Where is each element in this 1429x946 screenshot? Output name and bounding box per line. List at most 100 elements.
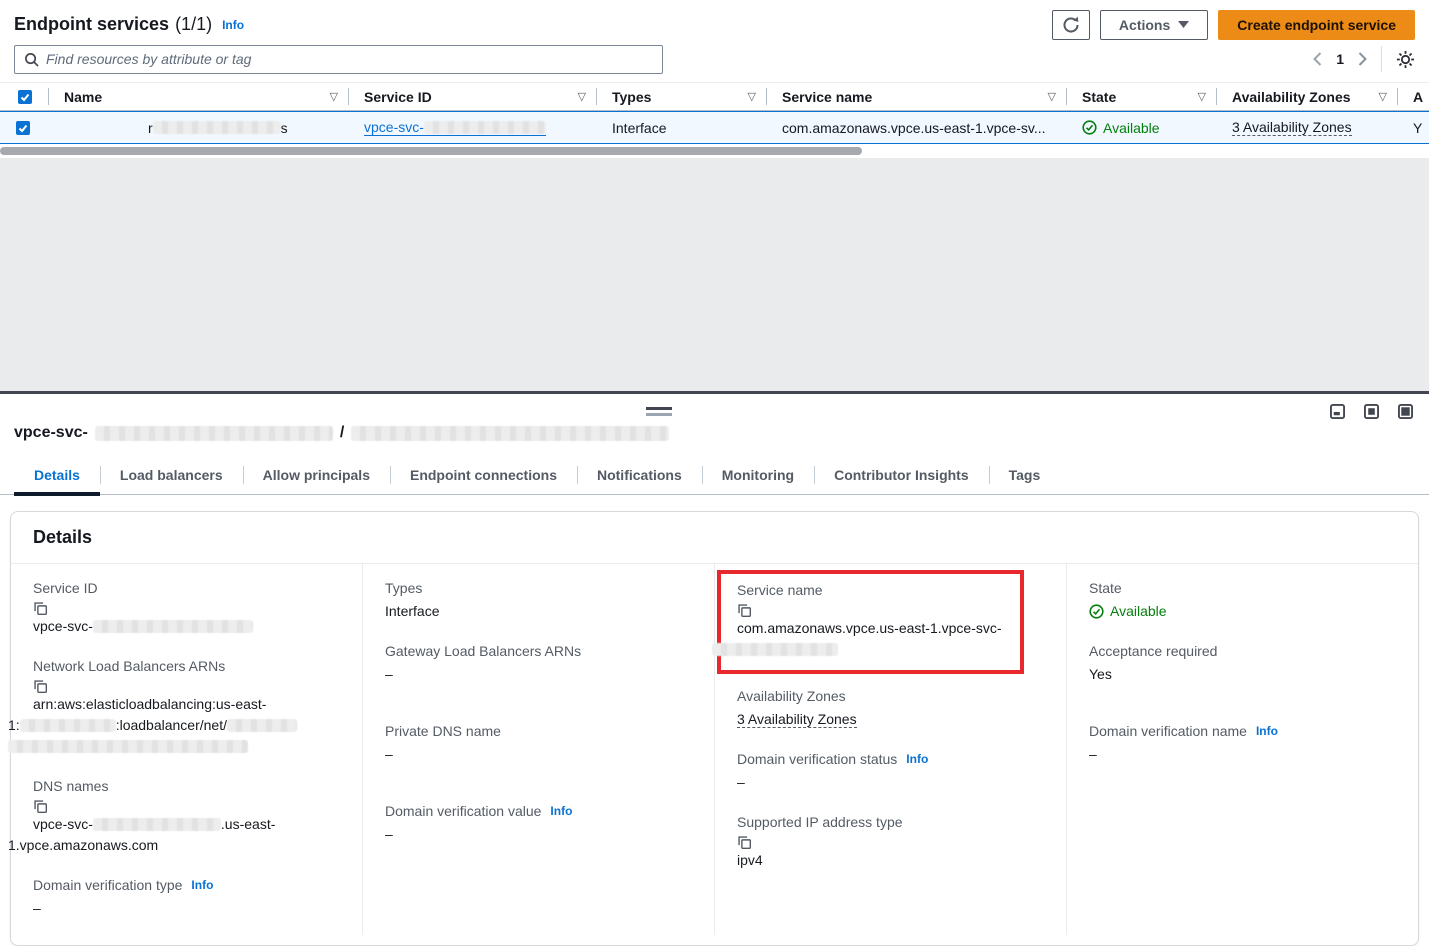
filter-service-id-icon[interactable]: ▽ [578, 90, 586, 103]
glb-arns-value: – [385, 664, 694, 685]
filter-types-icon[interactable]: ▽ [748, 90, 756, 103]
availability-zones-value-link[interactable]: 3 Availability Zones [737, 711, 857, 728]
redacted-service-id [424, 121, 546, 134]
toolbar-divider [1381, 46, 1382, 72]
redacted-dns [93, 818, 221, 831]
domain-verification-value-label: Domain verification value [385, 803, 541, 819]
cell-name: rs [48, 112, 348, 143]
panel-layout-half-icon[interactable] [1364, 404, 1379, 419]
details-column-3: Service name com.amazonaws.vpce.us-east-… [714, 564, 1066, 935]
nlb-arn-line2-pre: 1: [8, 717, 20, 733]
panel-title-separator: / [340, 424, 344, 442]
state-text: Available [1103, 120, 1160, 136]
next-page-button[interactable] [1358, 52, 1367, 66]
panel-resize-handle[interactable] [646, 407, 672, 416]
row-checkbox[interactable] [16, 121, 30, 135]
redacted-panel-name [351, 426, 669, 441]
horizontal-scrollbar [0, 144, 1429, 158]
filter-state-icon[interactable]: ▽ [1198, 90, 1206, 103]
filter-name-icon[interactable]: ▽ [330, 90, 338, 103]
horizontal-scrollbar-thumb[interactable] [0, 147, 862, 155]
status-available-icon [1089, 604, 1104, 619]
panel-layout-bottom-icon[interactable] [1330, 404, 1345, 419]
page-header: Endpoint services (1/1) Info Actions Cre… [0, 0, 1429, 42]
info-link[interactable]: Info [550, 804, 572, 818]
tab-load-balancers[interactable]: Load balancers [100, 458, 243, 494]
actions-label: Actions [1119, 17, 1170, 33]
filter-availability-zones-icon[interactable]: ▽ [1379, 90, 1387, 103]
name-fragment: r [148, 120, 153, 136]
search-icon [24, 52, 39, 67]
tab-endpoint-connections[interactable]: Endpoint connections [390, 458, 577, 494]
info-link[interactable]: Info [222, 18, 244, 32]
info-link[interactable]: Info [191, 878, 213, 892]
details-heading: Details [11, 512, 1418, 564]
acceptance-required-value: Yes [1089, 664, 1398, 685]
redacted-name [153, 121, 281, 134]
redacted-lb-name [227, 719, 297, 732]
search-box[interactable] [14, 45, 663, 74]
create-endpoint-service-label: Create endpoint service [1237, 17, 1396, 33]
redacted-panel-service-id [95, 426, 333, 441]
supported-ip-type-label: Supported IP address type [737, 814, 1046, 830]
copy-icon[interactable] [737, 835, 1046, 850]
dns-name-prefix: vpce-svc- [33, 816, 93, 832]
details-column-2: Types Interface Gateway Load Balancers A… [362, 564, 714, 935]
service-id-prefix: vpce-svc- [364, 119, 424, 135]
search-input[interactable] [46, 51, 653, 67]
resource-count: (1/1) [175, 14, 212, 35]
info-link[interactable]: Info [1256, 724, 1278, 738]
tab-notifications[interactable]: Notifications [577, 458, 702, 494]
copy-icon[interactable] [33, 601, 342, 616]
copy-icon[interactable] [33, 679, 342, 694]
redacted-service-name [712, 643, 838, 656]
cell-types: Interface [596, 112, 766, 143]
create-endpoint-service-button[interactable]: Create endpoint service [1218, 10, 1415, 40]
previous-page-button[interactable] [1313, 52, 1322, 66]
availability-zones-link[interactable]: 3 Availability Zones [1232, 119, 1352, 136]
types-label: Types [385, 580, 694, 596]
tab-monitoring[interactable]: Monitoring [702, 458, 814, 494]
page-title: Endpoint services [14, 14, 169, 35]
state-label: State [1089, 580, 1398, 596]
domain-verification-name-label: Domain verification name [1089, 723, 1247, 739]
panel-layout-full-icon[interactable] [1398, 404, 1413, 419]
domain-verification-type-label: Domain verification type [33, 877, 182, 893]
filter-service-name-icon[interactable]: ▽ [1048, 90, 1056, 103]
table-toolbar: 1 [0, 42, 1429, 82]
service-id-link[interactable]: vpce-svc- [364, 119, 546, 136]
tab-tags[interactable]: Tags [989, 458, 1061, 494]
details-card: Details Service ID vpce-svc- Network Loa… [10, 511, 1419, 946]
current-page[interactable]: 1 [1336, 51, 1344, 67]
service-name-highlight-box: Service name com.amazonaws.vpce.us-east-… [717, 570, 1024, 674]
select-all-checkbox[interactable] [18, 90, 32, 104]
table-settings-gear-icon[interactable] [1396, 50, 1415, 69]
name-fragment-end: s [281, 120, 288, 136]
copy-icon[interactable] [33, 799, 342, 814]
table-header-row: Name▽ Service ID▽ Types▽ Service name▽ S… [0, 83, 1429, 111]
nlb-arns-label: Network Load Balancers ARNs [33, 658, 342, 674]
refresh-button[interactable] [1052, 10, 1090, 40]
domain-verification-status-value: – [737, 772, 1046, 793]
caret-down-icon [1178, 21, 1189, 28]
state-value: Available [1110, 601, 1167, 622]
tab-details[interactable]: Details [14, 458, 100, 494]
cell-state: Available [1066, 112, 1216, 143]
endpoint-services-table: Name▽ Service ID▽ Types▽ Service name▽ S… [0, 82, 1429, 158]
details-column-4: State Available Acceptance required Yes [1066, 564, 1418, 935]
status-available-icon [1082, 120, 1097, 135]
availability-zones-label: Availability Zones [737, 688, 1046, 704]
panel-title-prefix: vpce-svc- [14, 424, 88, 442]
private-dns-name-value: – [385, 744, 694, 765]
domain-verification-status-label: Domain verification status [737, 751, 897, 767]
actions-button[interactable]: Actions [1100, 10, 1208, 40]
copy-icon[interactable] [737, 603, 1008, 618]
table-row[interactable]: rs vpce-svc- Interface com.amazonaws.vpc… [0, 111, 1429, 144]
info-link[interactable]: Info [906, 752, 928, 766]
column-header-name: Name [64, 89, 102, 105]
service-id-label: Service ID [33, 580, 342, 596]
tab-contributor-insights[interactable]: Contributor Insights [814, 458, 989, 494]
column-header-state: State [1082, 89, 1116, 105]
panel-tabs: Details Load balancers Allow principals … [0, 458, 1429, 495]
tab-allow-principals[interactable]: Allow principals [243, 458, 390, 494]
